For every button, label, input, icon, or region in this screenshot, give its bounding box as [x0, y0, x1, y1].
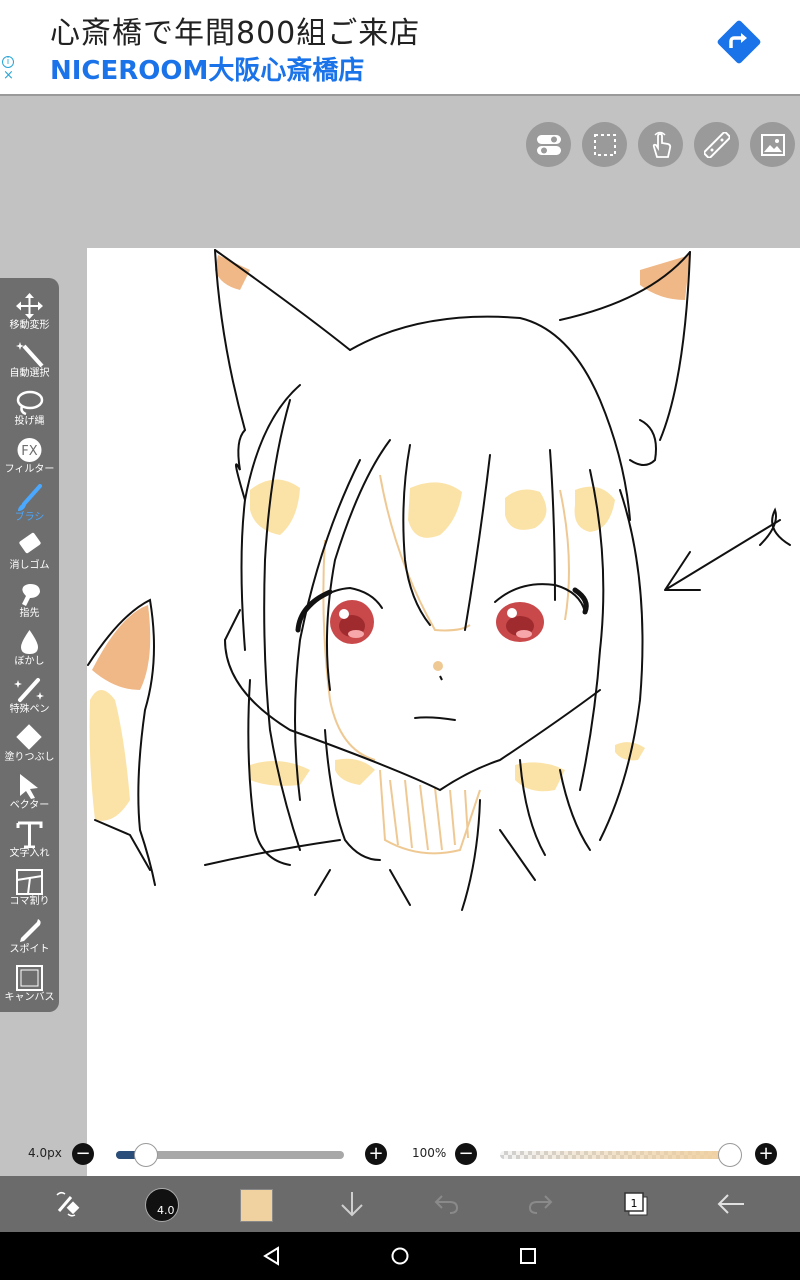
- ad-banner[interactable]: i × 心斎橋で年間800組ご来店 NICEROOM大阪心斎橋店: [0, 0, 800, 96]
- ad-title[interactable]: 心斎橋で年間800組ご来店: [50, 8, 420, 52]
- redo-button[interactable]: [515, 1176, 567, 1232]
- brush-size-knob[interactable]: [134, 1143, 158, 1167]
- ruler-icon: [703, 131, 730, 158]
- reference-image-button[interactable]: [750, 122, 795, 167]
- fill-icon: [16, 724, 42, 750]
- hand-icon: [652, 131, 671, 158]
- nav-recents-icon[interactable]: [518, 1246, 538, 1266]
- tool-label: ベクター: [9, 800, 50, 811]
- system-nav-bar: [0, 1232, 800, 1280]
- ruler-button[interactable]: [694, 122, 739, 167]
- toggle-icon: [536, 134, 561, 155]
- lasso-icon: [16, 390, 44, 416]
- brush-preview-size: 4.0: [157, 1204, 175, 1217]
- frame-icon: [16, 869, 43, 895]
- layers-icon: 1: [624, 1192, 648, 1216]
- vector-icon: [20, 774, 38, 799]
- undo-button[interactable]: [420, 1176, 472, 1232]
- tool-label: ブラシ: [14, 512, 45, 523]
- left-toolbar: 移動変形 自動選択 投げ縄 FX フィルター ブラシ 消しゴム 指先 ぼかし 特…: [0, 278, 59, 1012]
- tool-label: 消しゴム: [9, 560, 50, 571]
- tool-lasso[interactable]: 投げ縄: [0, 386, 59, 434]
- tool-frame-divider[interactable]: コマ割り: [0, 866, 59, 914]
- opacity-minus-button[interactable]: −: [455, 1143, 477, 1165]
- brush-icon: [18, 484, 42, 511]
- tool-label: キャンバス: [4, 992, 55, 1003]
- canvas-icon: [16, 965, 43, 991]
- tool-move-transform[interactable]: 移動変形: [0, 290, 59, 338]
- tool-label: 特殊ペン: [9, 704, 50, 715]
- special-pen-icon: [14, 678, 44, 702]
- arrow-left-icon: [717, 1194, 744, 1214]
- drawing-canvas[interactable]: [87, 248, 800, 1176]
- tool-label: 文字入れ: [9, 848, 50, 859]
- finger-icon: [22, 584, 40, 606]
- move-icon: [16, 293, 43, 319]
- opacity-slider[interactable]: [500, 1151, 730, 1159]
- ad-subtitle[interactable]: NICEROOM大阪心斎橋店: [50, 50, 364, 87]
- tool-label: コマ割り: [9, 896, 50, 907]
- opacity-value: 100%: [412, 1146, 447, 1160]
- tool-label: フィルター: [4, 464, 55, 475]
- brush-sliders: 4.0px − + 100% − +: [0, 1138, 800, 1174]
- bottom-toolbar: 4.0 1: [0, 1176, 800, 1232]
- nav-home-icon[interactable]: [390, 1246, 410, 1266]
- arrow-down-icon: [341, 1192, 363, 1217]
- opacity-plus-button[interactable]: +: [755, 1143, 777, 1165]
- nav-back-icon[interactable]: [262, 1246, 282, 1266]
- tool-label: 塗りつぶし: [4, 752, 55, 763]
- image-icon: [760, 133, 785, 156]
- toggle-button[interactable]: [526, 122, 571, 167]
- tool-label: 自動選択: [9, 368, 50, 379]
- tool-filter[interactable]: FX フィルター: [0, 434, 59, 482]
- tool-label: 投げ縄: [14, 416, 45, 427]
- magic-wand-icon: [16, 342, 44, 368]
- brush-eraser-toggle-button[interactable]: [40, 1176, 92, 1232]
- brush-size-minus-button[interactable]: −: [72, 1143, 94, 1165]
- selection-icon: [593, 133, 616, 156]
- ad-info-icon[interactable]: i: [2, 56, 14, 68]
- layer-merge-down-button[interactable]: [326, 1176, 378, 1232]
- opacity-knob[interactable]: [718, 1143, 742, 1167]
- tool-canvas[interactable]: キャンバス: [0, 962, 59, 1010]
- tool-brush[interactable]: ブラシ: [0, 482, 59, 530]
- tool-auto-select[interactable]: 自動選択: [0, 338, 59, 386]
- tool-fill[interactable]: 塗りつぶし: [0, 722, 59, 770]
- brush-eraser-swap-icon: [56, 1191, 80, 1217]
- selection-button[interactable]: [582, 122, 627, 167]
- color-swatch-button[interactable]: [240, 1189, 273, 1222]
- svg-text:FX: FX: [21, 444, 37, 459]
- tool-special-pen[interactable]: 特殊ペン: [0, 674, 59, 722]
- brush-size-plus-button[interactable]: +: [365, 1143, 387, 1165]
- back-button[interactable]: [705, 1176, 757, 1232]
- tool-finger[interactable]: 指先: [0, 578, 59, 626]
- redo-icon: [528, 1195, 553, 1214]
- eyedropper-icon: [20, 919, 41, 942]
- text-icon: [16, 821, 43, 848]
- tool-label: スポイト: [9, 944, 50, 955]
- tool-label: ぼかし: [14, 656, 45, 667]
- brush-size-value: 4.0px: [28, 1146, 62, 1160]
- app-root: i × 心斎橋で年間800組ご来店 NICEROOM大阪心斎橋店 移動変形 自動…: [0, 0, 800, 1280]
- hand-button[interactable]: [638, 122, 683, 167]
- tool-eraser[interactable]: 消しゴム: [0, 530, 59, 578]
- tool-vector[interactable]: ベクター: [0, 770, 59, 818]
- directions-icon[interactable]: [715, 18, 763, 66]
- eraser-icon: [19, 532, 41, 554]
- fx-icon: FX: [17, 438, 42, 462]
- tool-blur[interactable]: ぼかし: [0, 626, 59, 674]
- tool-text[interactable]: 文字入れ: [0, 818, 59, 866]
- artwork-sketch: [87, 249, 791, 911]
- tool-label: 移動変形: [9, 320, 50, 331]
- tool-label: 指先: [19, 608, 40, 619]
- blur-icon: [21, 630, 38, 654]
- layers-button[interactable]: 1: [610, 1176, 662, 1232]
- undo-icon: [434, 1195, 459, 1214]
- tool-eyedropper[interactable]: スポイト: [0, 914, 59, 962]
- ad-close-icon[interactable]: ×: [3, 68, 14, 83]
- layer-count: 1: [631, 1197, 638, 1210]
